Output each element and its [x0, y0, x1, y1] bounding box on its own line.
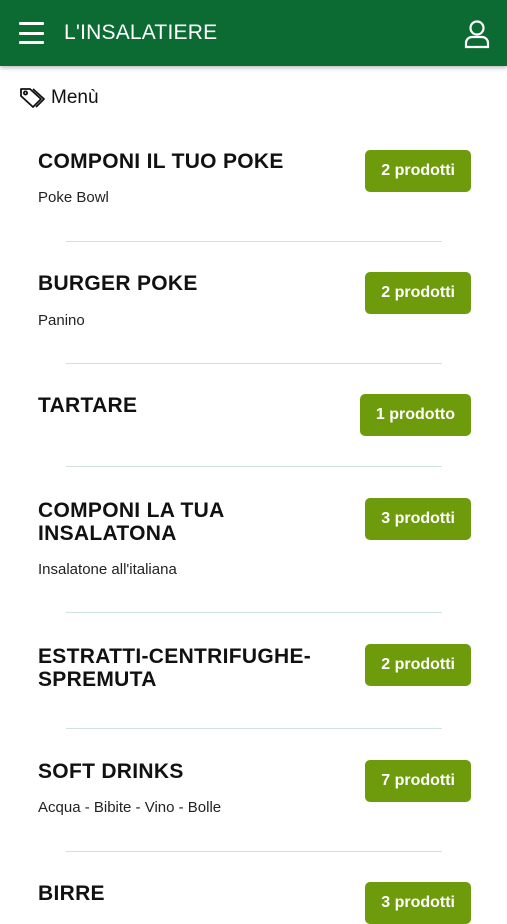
category-item-birre[interactable]: BIRRE 3 prodotti [0, 862, 507, 924]
divider [66, 363, 442, 364]
category-subtitle: Poke Bowl [38, 189, 109, 206]
category-item-burger-poke[interactable]: BURGER POKE Panino 2 prodotti [0, 252, 507, 364]
category-subtitle: Insalatone all'italiana [38, 561, 177, 578]
divider [66, 728, 442, 729]
category-title: COMPONI LA TUA INSALATONA [38, 499, 224, 545]
tag-icon [20, 88, 45, 108]
product-count-badge[interactable]: 7 prodotti [365, 760, 471, 802]
divider [66, 241, 442, 242]
category-item-componi-il-tuo-poke[interactable]: COMPONI IL TUO POKE Poke Bowl 2 prodotti [0, 130, 507, 242]
product-count-badge[interactable]: 1 prodotto [359, 394, 471, 436]
category-item-componi-la-tua-insalatona[interactable]: COMPONI LA TUA INSALATONA Insalatone all… [0, 478, 507, 613]
category-subtitle: Panino [38, 312, 85, 329]
divider [66, 612, 442, 613]
product-count-badge[interactable]: 3 prodotti [365, 498, 471, 540]
product-count-badge[interactable]: 3 prodotti [365, 882, 471, 924]
app-title: L'INSALATIERE [64, 21, 218, 44]
divider [66, 466, 442, 467]
product-count-badge[interactable]: 2 prodotti [365, 150, 471, 192]
hamburger-menu-icon[interactable] [19, 22, 44, 44]
category-title: COMPONI IL TUO POKE [38, 150, 284, 173]
category-title: ESTRATTI-CENTRIFUGHE-SPREMUTA [38, 645, 312, 691]
user-icon[interactable] [463, 19, 491, 49]
category-item-estratti-centrifughe-spremuta[interactable]: ESTRATTI-CENTRIFUGHE-SPREMUTA 2 prodotti [0, 624, 507, 729]
category-item-tartare[interactable]: TARTARE 1 prodotto [0, 374, 507, 467]
product-count-badge[interactable]: 2 prodotti [365, 644, 471, 686]
divider [66, 851, 442, 852]
product-count-badge[interactable]: 2 prodotti [365, 272, 471, 314]
category-title: BIRRE [38, 882, 105, 905]
category-subtitle: Acqua - Bibite - Vino - Bolle [38, 799, 222, 816]
category-item-soft-drinks[interactable]: SOFT DRINKS Acqua - Bibite - Vino - Boll… [0, 740, 507, 853]
breadcrumb-label: Menù [51, 87, 99, 108]
category-title: SOFT DRINKS [38, 760, 184, 783]
breadcrumb: Menù [19, 86, 99, 110]
app-header: L'INSALATIERE [0, 0, 507, 66]
category-title: BURGER POKE [38, 272, 198, 295]
category-title: TARTARE [38, 394, 138, 417]
